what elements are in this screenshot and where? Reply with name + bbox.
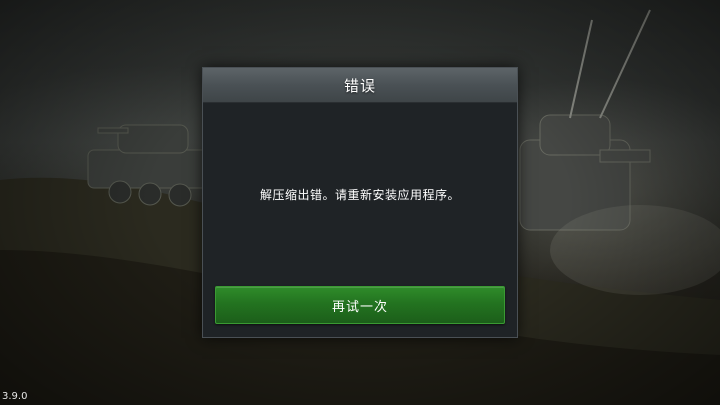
retry-button-label: 再试一次 <box>331 299 388 315</box>
version-label: 3.9.0 <box>2 391 28 402</box>
dialog-header: 错误 <box>203 68 517 103</box>
dialog-title: 错误 <box>343 76 376 95</box>
game-screen: 错误 解压缩出错。请重新安装应用程序。 再试一次 3.9.0 <box>0 0 720 405</box>
error-dialog: 错误 解压缩出错。请重新安装应用程序。 再试一次 <box>202 67 518 338</box>
error-message: 解压缩出错。请重新安装应用程序。 <box>259 188 460 202</box>
tank-right <box>519 9 651 231</box>
retry-button[interactable]: 再试一次 <box>215 286 505 324</box>
